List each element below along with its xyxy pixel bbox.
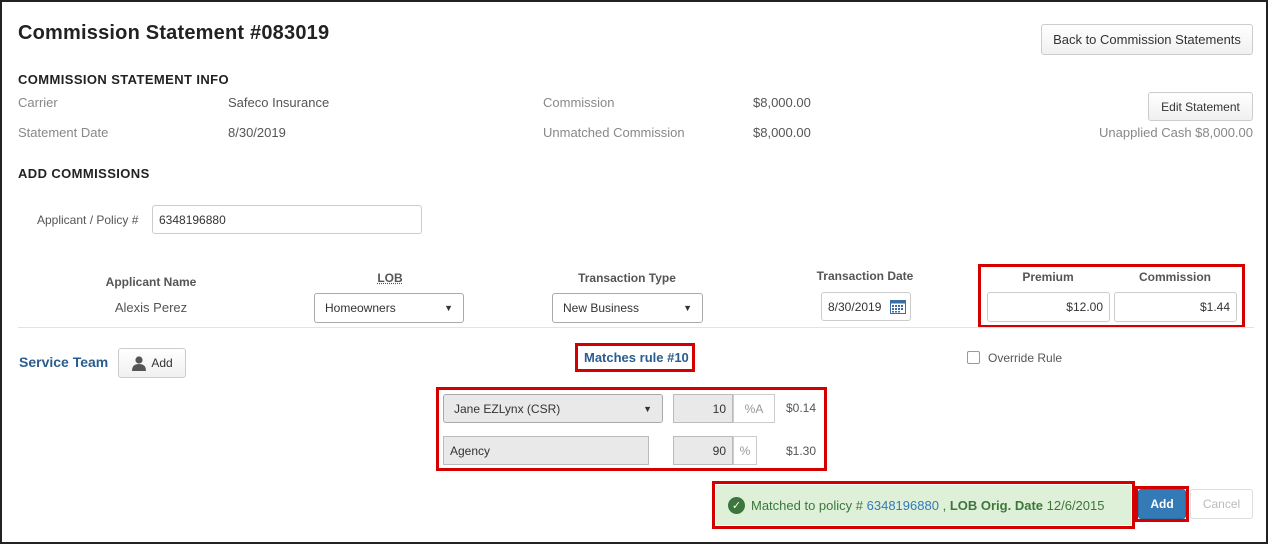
- transaction-date-input[interactable]: 8/30/2019: [821, 292, 911, 321]
- service-team-title: Service Team: [19, 354, 109, 370]
- chevron-down-icon: ▼: [683, 303, 692, 313]
- service-team-add-label: Add: [151, 356, 173, 370]
- user-icon: [132, 356, 147, 371]
- applicant-policy-label: Applicant / Policy #: [37, 213, 139, 227]
- unmatched-commission-value: $8,000.00: [753, 125, 811, 140]
- carrier-label: Carrier: [18, 95, 58, 110]
- back-to-statements-button[interactable]: Back to Commission Statements: [1041, 24, 1253, 55]
- applicant-name-value: Alexis Perez: [114, 300, 188, 315]
- lob-selected: Homeowners: [325, 301, 396, 315]
- transaction-type-select[interactable]: New Business ▼: [552, 293, 703, 323]
- applicant-policy-input[interactable]: 6348196880: [152, 205, 422, 234]
- col-applicant-name: Applicant Name: [105, 275, 197, 289]
- commission-label: Commission: [543, 95, 615, 110]
- transaction-date-value: 8/30/2019: [828, 299, 882, 314]
- col-transaction-date: Transaction Date: [816, 269, 914, 283]
- add-button-highlight: [1135, 486, 1189, 522]
- statement-date-label: Statement Date: [18, 125, 109, 140]
- col-lob: LOB: [377, 271, 403, 285]
- calendar-icon[interactable]: [890, 299, 906, 314]
- chevron-down-icon: ▼: [444, 303, 453, 313]
- add-commissions-title: ADD COMMISSIONS: [18, 166, 150, 181]
- statement-date-value: 8/30/2019: [228, 125, 286, 140]
- row-divider: [18, 327, 1254, 328]
- commission-value: $8,000.00: [753, 95, 811, 110]
- col-transaction-type: Transaction Type: [578, 271, 676, 285]
- unapplied-cash: Unapplied Cash $8,000.00: [1099, 125, 1253, 140]
- lob-select[interactable]: Homeowners ▼: [314, 293, 464, 323]
- override-rule-checkbox[interactable]: [967, 351, 980, 364]
- info-section-title: COMMISSION STATEMENT INFO: [18, 72, 230, 87]
- cancel-button[interactable]: Cancel: [1190, 489, 1253, 519]
- applicant-policy-value: 6348196880: [159, 212, 226, 227]
- carrier-value: Safeco Insurance: [228, 95, 330, 110]
- edit-statement-button[interactable]: Edit Statement: [1148, 92, 1253, 121]
- splits-highlight: [436, 387, 827, 471]
- unmatched-commission-label: Unmatched Commission: [543, 125, 685, 140]
- page-title: Commission Statement #083019: [18, 22, 330, 44]
- premium-commission-highlight: [978, 264, 1245, 328]
- service-team-add-button[interactable]: Add: [118, 348, 186, 378]
- transaction-type-selected: New Business: [563, 301, 640, 315]
- matches-rule-highlight: [575, 343, 695, 372]
- matched-alert-highlight: [712, 481, 1135, 529]
- override-rule-label: Override Rule: [988, 351, 1063, 365]
